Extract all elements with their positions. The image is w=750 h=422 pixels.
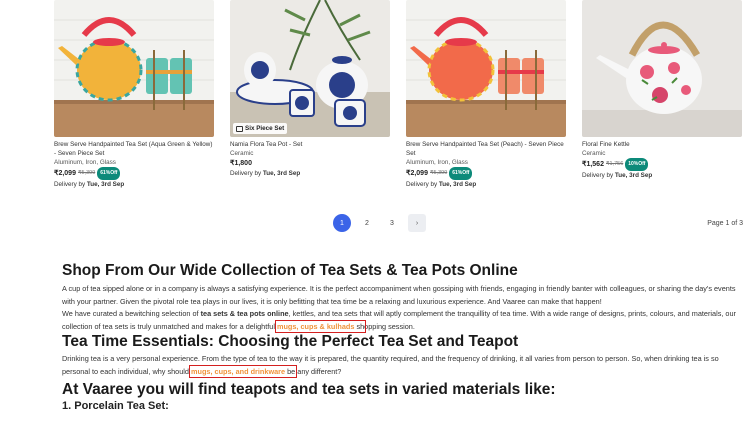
paragraph-text: sh [354, 321, 365, 331]
list-item: 1. Porcelain Tea Set: [62, 399, 169, 412]
discount-badge: 61%Off [97, 167, 121, 180]
article-paragraph: We have curated a bewitching selection o… [62, 308, 742, 333]
product-card[interactable]: Six Piece Set Namia Flora Tea Pot - Set … [230, 0, 390, 179]
article-heading-main: Shop From Our Wide Collection of Tea Set… [62, 262, 518, 279]
product-old-price: ₹5,399 [77, 170, 96, 176]
page-button-1[interactable]: 1 [333, 214, 351, 232]
product-card[interactable]: Brew Serve Handpainted Tea Set (Aqua Gre… [54, 0, 214, 190]
delivery-date: Tue, 3rd Sep [438, 181, 477, 188]
product-image[interactable] [406, 0, 566, 137]
product-price: ₹1,562 [582, 161, 604, 168]
product-price-row: ₹2,099 ₹5,399 61%Off [406, 167, 566, 180]
product-card[interactable]: Floral Fine Kettle Ceramic ₹1,562 ₹1,756… [582, 0, 742, 181]
article-paragraph: A cup of tea sipped alone or in a compan… [62, 284, 736, 306]
delivery-info: Delivery by Tue, 3rd Sep [406, 180, 566, 190]
delivery-prefix: Delivery by [582, 172, 614, 179]
product-price: ₹2,099 [54, 170, 76, 177]
page-button-3[interactable]: 3 [383, 214, 401, 232]
mugs-cups-kulhads-link[interactable]: mugs, cups & kulhads [277, 322, 354, 331]
delivery-prefix: Delivery by [230, 170, 262, 177]
product-name[interactable]: Brew Serve Handpainted Tea Set (Aqua Gre… [54, 140, 214, 158]
materials-list: 1. Porcelain Tea Set: [62, 399, 742, 413]
product-name[interactable]: Brew Serve Handpainted Tea Set (Peach) -… [406, 140, 566, 158]
page-button-2[interactable]: 2 [358, 214, 376, 232]
delivery-prefix: Delivery by [54, 181, 86, 188]
bold-phrase: tea sets & tea pots online [200, 309, 289, 319]
product-name[interactable]: Floral Fine Kettle [582, 140, 742, 149]
product-old-price: ₹5,399 [429, 170, 448, 176]
product-price-row: ₹1,562 ₹1,756 10%Off [582, 158, 742, 171]
delivery-info: Delivery by Tue, 3rd Sep [582, 171, 742, 181]
product-image[interactable] [54, 0, 214, 137]
mugs-cups-drinkware-link[interactable]: mugs, cups, and drinkware [191, 367, 285, 376]
product-price: ₹2,099 [406, 170, 428, 177]
paragraph-text: We have curated a bewitching selection o… [62, 309, 201, 319]
product-material: Aluminum, Iron, Glass [54, 159, 116, 166]
paragraph-text: Drinking tea is a very personal experien… [62, 354, 719, 376]
product-card[interactable]: Brew Serve Handpainted Tea Set (Peach) -… [406, 0, 566, 190]
delivery-date: Tue, 3rd Sep [614, 172, 653, 179]
delivery-info: Delivery by Tue, 3rd Sep [54, 180, 214, 190]
delivery-date: Tue, 3rd Sep [86, 181, 125, 188]
article-paragraph: Drinking tea is a very personal experien… [62, 353, 742, 378]
paragraph-text: opping session. [364, 321, 415, 331]
article-heading-essentials: Tea Time Essentials: Choosing the Perfec… [62, 333, 519, 351]
product-material: Aluminum, Iron, Glass [406, 159, 468, 166]
next-page-button[interactable]: › [408, 214, 426, 232]
product-price-row: ₹1,800 [230, 158, 390, 169]
product-material: Ceramic [230, 150, 254, 157]
product-price: ₹1,800 [230, 160, 252, 167]
paragraph-text: any different? [295, 366, 342, 376]
delivery-info: Delivery by Tue, 3rd Sep [230, 169, 390, 179]
highlighted-link-box[interactable]: mugs, cups, and drinkware be [188, 364, 298, 378]
product-old-price: ₹1,756 [605, 161, 624, 167]
article-heading-materials: At Vaaree you will find teapots and tea … [62, 380, 556, 398]
product-price-row: ₹2,099 ₹5,399 61%Off [54, 167, 214, 180]
paragraph-text: be [285, 366, 296, 376]
product-badge: Six Piece Set [233, 123, 288, 134]
delivery-date: Tue, 3rd Sep [262, 170, 301, 177]
page-info: Page 1 of 3 [707, 220, 743, 227]
product-badge-label: Six Piece Set [245, 125, 285, 132]
product-material: Ceramic [582, 150, 606, 157]
seo-article: Shop From Our Wide Collection of Tea Set… [62, 261, 742, 413]
product-grid: Brew Serve Handpainted Tea Set (Aqua Gre… [0, 0, 750, 195]
highlighted-link-box[interactable]: mugs, cups & kulhads sh [274, 319, 367, 333]
delivery-prefix: Delivery by [406, 181, 438, 188]
product-image[interactable]: Six Piece Set [230, 0, 390, 137]
camera-icon [236, 125, 243, 132]
discount-badge: 61%Off [449, 167, 473, 180]
product-name[interactable]: Namia Flora Tea Pot - Set [230, 140, 390, 149]
pagination: 1 2 3 › [333, 214, 426, 232]
product-image[interactable] [582, 0, 742, 137]
discount-badge: 10%Off [625, 158, 649, 171]
